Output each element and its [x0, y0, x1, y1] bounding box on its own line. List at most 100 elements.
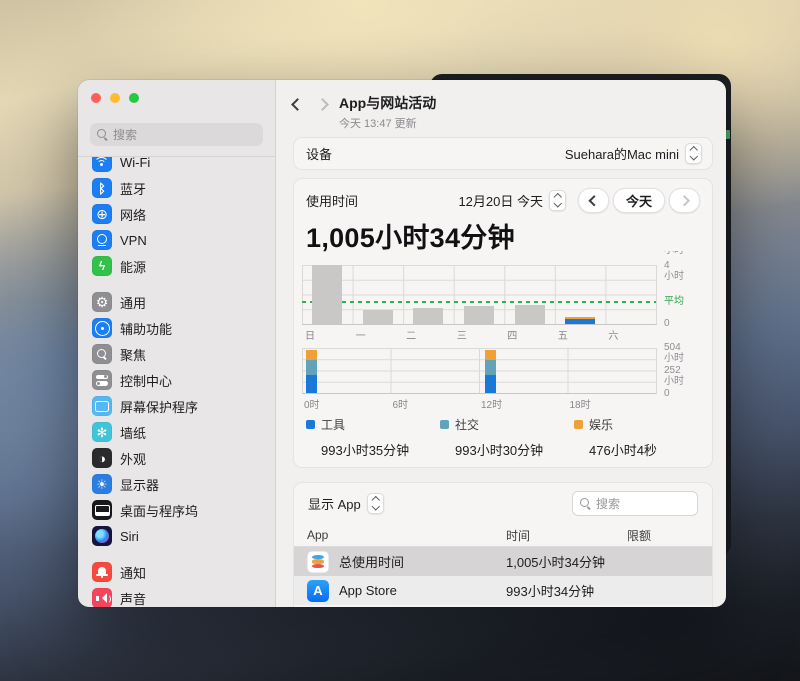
date-popup-value: 12月20日 今天 [458, 194, 543, 209]
sidebar-item-label: 墙纸 [120, 425, 147, 441]
today-button[interactable]: 今天 [613, 188, 665, 213]
hourly-chart: 0时 6时 12时 18时 504 小时 252 小时 0 [302, 342, 700, 411]
hourly-y-label: 252 [664, 365, 681, 376]
table-row[interactable]: 总使用时间 1,005小时34分钟 [294, 547, 712, 576]
sidebar-item-sun[interactable]: ☀ 显示器 [88, 471, 265, 497]
sidebar-item-flower[interactable]: ✻ 墙纸 [88, 419, 265, 445]
device-card: 设备 Suehara的Mac mini [293, 137, 713, 170]
page-subtitle: 今天 13:47 更新 [339, 118, 417, 130]
system-settings-window: 搜索 Wi-Fi ᛒ 蓝牙 ⊕ 网络 VPN ϟ 能源 ⚙ 通用辅助功能聚焦控制中心屏幕保护程序 ✻… [78, 80, 726, 607]
close-button[interactable] [91, 93, 101, 103]
column-header-limit: 限额 [627, 528, 652, 543]
legend-item: 社交 993小时30分钟 [440, 416, 574, 459]
column-header-time: 时间 [506, 528, 531, 543]
sun-icon: ☀ [92, 474, 112, 494]
page-title: App与网站活动 [339, 95, 437, 111]
legend-duration: 476小时4秒 [589, 443, 657, 458]
apps-search-input[interactable]: 搜索 [572, 491, 698, 516]
wifi-icon [92, 157, 112, 172]
weekly-x-label: 一 [355, 331, 366, 342]
apps-table-header: App 时间 限额 [294, 524, 712, 547]
sidebar-item-frame[interactable]: 屏幕保护程序 [88, 393, 265, 419]
contrast-icon: ◑ [92, 448, 112, 468]
sidebar-item-vpn[interactable]: VPN [88, 227, 265, 253]
sidebar-search-input[interactable]: 搜索 [90, 123, 263, 146]
sidebar-item-label: 显示器 [120, 477, 160, 493]
sidebar-item-siri[interactable]: Siri [88, 523, 265, 549]
sidebar-item-label: Wi-Fi [120, 157, 151, 170]
magnifier-icon [92, 344, 112, 364]
hourly-bar-segment [306, 374, 318, 393]
toggles-icon [92, 370, 112, 390]
weekly-chart: 日一二三四五六 小时 4 小时 平均 0 [302, 251, 700, 342]
show-apps-popup[interactable]: 显示 App [308, 493, 384, 514]
chevron-left-icon [588, 195, 599, 206]
sidebar-item-label: Siri [120, 528, 139, 544]
zoom-button[interactable] [129, 93, 139, 103]
sidebar-item-magnifier[interactable]: 聚焦 [88, 341, 265, 367]
weekly-bar [413, 308, 444, 324]
column-header-app: App [307, 528, 329, 542]
sidebar-item-gear[interactable]: ⚙ 通用 [88, 289, 265, 315]
sidebar-item-bell[interactable]: 通知 [88, 559, 265, 585]
legend-item: 工具 993小时35分钟 [306, 416, 440, 459]
hourly-bar-segment [484, 349, 496, 360]
app-time: 1,005小时34分钟 [506, 555, 605, 570]
app-name: 总使用时间 [339, 555, 405, 570]
legend-color-icon [440, 420, 449, 429]
sidebar-item-bolt[interactable]: ϟ 能源 [88, 253, 265, 279]
sidebar-item-label: 聚焦 [120, 347, 147, 363]
window-controls [91, 93, 139, 103]
sidebar-item-label: 辅助功能 [120, 321, 173, 337]
sidebar-item-globe[interactable]: ⊕ 网络 [88, 201, 265, 227]
average-line [302, 300, 656, 303]
flower-icon: ✻ [92, 422, 112, 442]
content-panel: App与网站活动 今天 13:47 更新 设备 Suehara的Mac mini… [276, 80, 726, 607]
weekly-bar-segment [565, 316, 596, 319]
previous-day-button[interactable] [578, 188, 609, 213]
sidebar-item-bluetooth[interactable]: ᛒ 蓝牙 [88, 175, 265, 201]
dock-icon [92, 500, 112, 520]
hourly-y-label: 小时 [664, 353, 684, 364]
sidebar-item-label: 网络 [120, 207, 147, 223]
device-popup-value: Suehara的Mac mini [564, 147, 679, 162]
sidebar-item-label: 通知 [120, 565, 147, 581]
weekly-bar [312, 265, 343, 324]
date-nav-segmented: 今天 [578, 188, 700, 213]
back-button[interactable] [291, 96, 304, 114]
table-row[interactable]: ➤Telegram993小时21分钟 [294, 605, 712, 607]
minimize-button[interactable] [110, 93, 120, 103]
sidebar-item-accessibility[interactable]: 辅助功能 [88, 315, 265, 341]
sidebar-item-dock[interactable]: 桌面与程序坞 [88, 497, 265, 523]
device-popup[interactable]: Suehara的Mac mini [565, 143, 702, 164]
chevron-right-icon [316, 98, 329, 111]
usage-card: 使用时间 12月20日 今天 今天 1,005小时34分钟 日 一 二 三 四 … [293, 178, 713, 468]
legend-label: 社交 [455, 418, 480, 432]
sidebar-item-speaker[interactable]: 声音 [88, 585, 265, 607]
legend-item: 娱乐 476小时4秒 [574, 416, 708, 459]
vpn-icon [92, 230, 112, 250]
sidebar-item-contrast[interactable]: ◑ 外观 [88, 445, 265, 471]
next-day-button[interactable] [669, 188, 700, 213]
screentime-icon [307, 550, 329, 573]
weekly-bar [514, 304, 545, 324]
sidebar-item-label: 屏幕保护程序 [120, 399, 199, 415]
chevron-left-icon [291, 98, 304, 111]
speaker-icon [92, 588, 112, 607]
weekly-bar [463, 306, 494, 324]
sidebar-item-toggles[interactable]: 控制中心 [88, 367, 265, 393]
apps-search-placeholder: 搜索 [596, 497, 621, 511]
bell-icon [92, 562, 112, 582]
legend-duration: 993小时30分钟 [455, 443, 544, 458]
forward-button[interactable] [316, 96, 329, 114]
hourly-x-label: 6时 [392, 400, 409, 411]
sidebar-item-label: 控制中心 [120, 373, 173, 389]
weekly-x-label: 六 [608, 331, 619, 342]
app-store-icon: A [307, 579, 329, 602]
sidebar-item-wifi[interactable]: Wi-Fi [88, 157, 265, 175]
sidebar-search-placeholder: 搜索 [113, 128, 138, 142]
hourly-y-label: 0 [664, 388, 670, 399]
date-popup[interactable]: 12月20日 今天 [458, 190, 566, 211]
legend-color-icon [306, 420, 315, 429]
table-row[interactable]: A App Store 993小时34分钟 [294, 576, 712, 605]
